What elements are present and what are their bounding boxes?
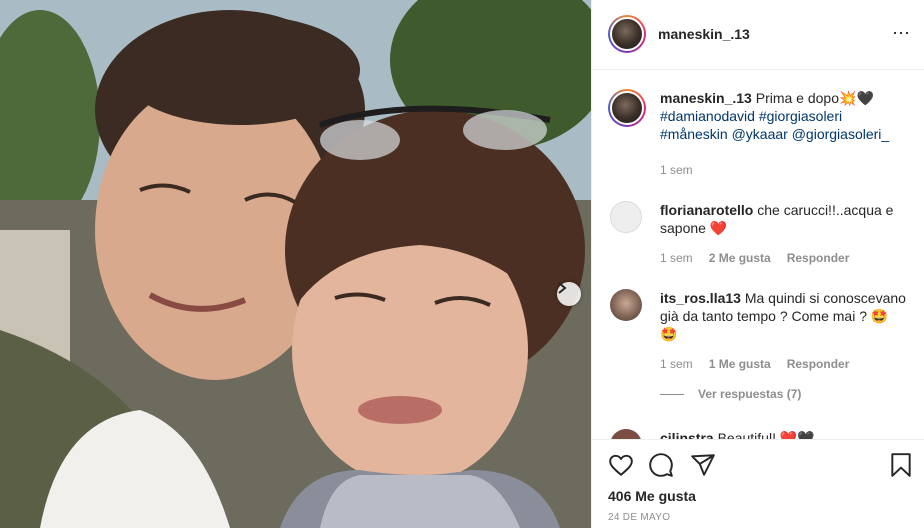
replies-divider	[660, 393, 684, 395]
like-button[interactable]	[608, 452, 634, 478]
comment-text: its_ros.lla13 Ma quindi si conoscevano g…	[660, 289, 910, 343]
heart-icon	[609, 454, 633, 476]
save-button[interactable]	[888, 452, 914, 478]
caption-avatar[interactable]	[608, 89, 646, 127]
caption-author[interactable]: maneskin_.13	[660, 90, 752, 106]
photo-illustration	[0, 0, 591, 528]
post-photo	[0, 0, 591, 528]
send-icon	[691, 454, 715, 476]
commenter-avatar[interactable]	[610, 201, 642, 233]
comment-meta: 1 sem 2 Me gusta Responder	[660, 251, 849, 265]
caption-emoji: 💥🖤	[839, 90, 874, 106]
comment-emoji-2: 🤩	[660, 326, 678, 342]
caption-mentions[interactable]: #måneskin @ykaaar @giorgiasoleri_	[660, 126, 889, 142]
caption-meta: 1 sem	[660, 163, 693, 177]
post-date[interactable]: 24 DE MAYO	[608, 512, 670, 523]
caption-hashtags[interactable]: #damianodavid #giorgiasoleri	[660, 108, 842, 124]
comments-list[interactable]: maneskin_.13 Prima e dopo💥🖤 #damianodavi…	[592, 71, 924, 439]
comment-button[interactable]	[648, 452, 674, 478]
caption-time[interactable]: 1 sem	[660, 163, 693, 177]
more-options-icon[interactable]: ⋯	[892, 24, 911, 42]
likes-count[interactable]: 406 Me gusta	[608, 488, 696, 504]
reply-button[interactable]: Responder	[787, 357, 850, 371]
bookmark-icon	[891, 453, 911, 477]
author-username[interactable]: maneskin_.13	[658, 26, 750, 42]
chevron-right-icon	[558, 282, 567, 294]
comment-emoji: ❤️🖤	[779, 430, 815, 439]
caption-body: Prima e dopo	[755, 90, 840, 106]
comment-bubble-icon	[649, 453, 673, 477]
comment-time[interactable]: 1 sem	[660, 357, 693, 371]
comment-emoji: 🤩	[870, 308, 889, 324]
view-replies-button[interactable]: Ver respuestas (7)	[660, 387, 801, 401]
comment-body: Beautiful!	[717, 430, 776, 439]
next-photo-button[interactable]	[557, 282, 581, 306]
comment-meta: 1 sem 1 Me gusta Responder	[660, 357, 849, 371]
comment-text: cilinstra Beautiful! ❤️🖤	[660, 429, 910, 439]
comment-author[interactable]: its_ros.lla13	[660, 290, 741, 306]
comment-author[interactable]: florianarotello	[660, 202, 753, 218]
comment-text: florianarotello che carucci!!..acqua e s…	[660, 201, 910, 237]
reply-button[interactable]: Responder	[787, 251, 850, 265]
comment-likes[interactable]: 1 Me gusta	[709, 357, 771, 371]
comment-author[interactable]: cilinstra	[660, 430, 714, 439]
post-side-panel: maneskin_.13 ⋯ maneskin_.13 Prima e dopo…	[591, 0, 924, 528]
comment-time[interactable]: 1 sem	[660, 251, 693, 265]
comment-emoji: ❤️	[709, 220, 728, 236]
post-header: maneskin_.13 ⋯	[592, 0, 924, 70]
author-avatar[interactable]	[608, 15, 646, 53]
post-actions: 406 Me gusta 24 DE MAYO	[592, 439, 924, 528]
commenter-avatar[interactable]	[610, 429, 642, 439]
share-button[interactable]	[690, 452, 716, 478]
commenter-avatar[interactable]	[610, 289, 642, 321]
comment-likes[interactable]: 2 Me gusta	[709, 251, 771, 265]
view-replies-label: Ver respuestas (7)	[698, 387, 802, 401]
caption-text: maneskin_.13 Prima e dopo💥🖤 #damianodavi…	[660, 89, 910, 143]
